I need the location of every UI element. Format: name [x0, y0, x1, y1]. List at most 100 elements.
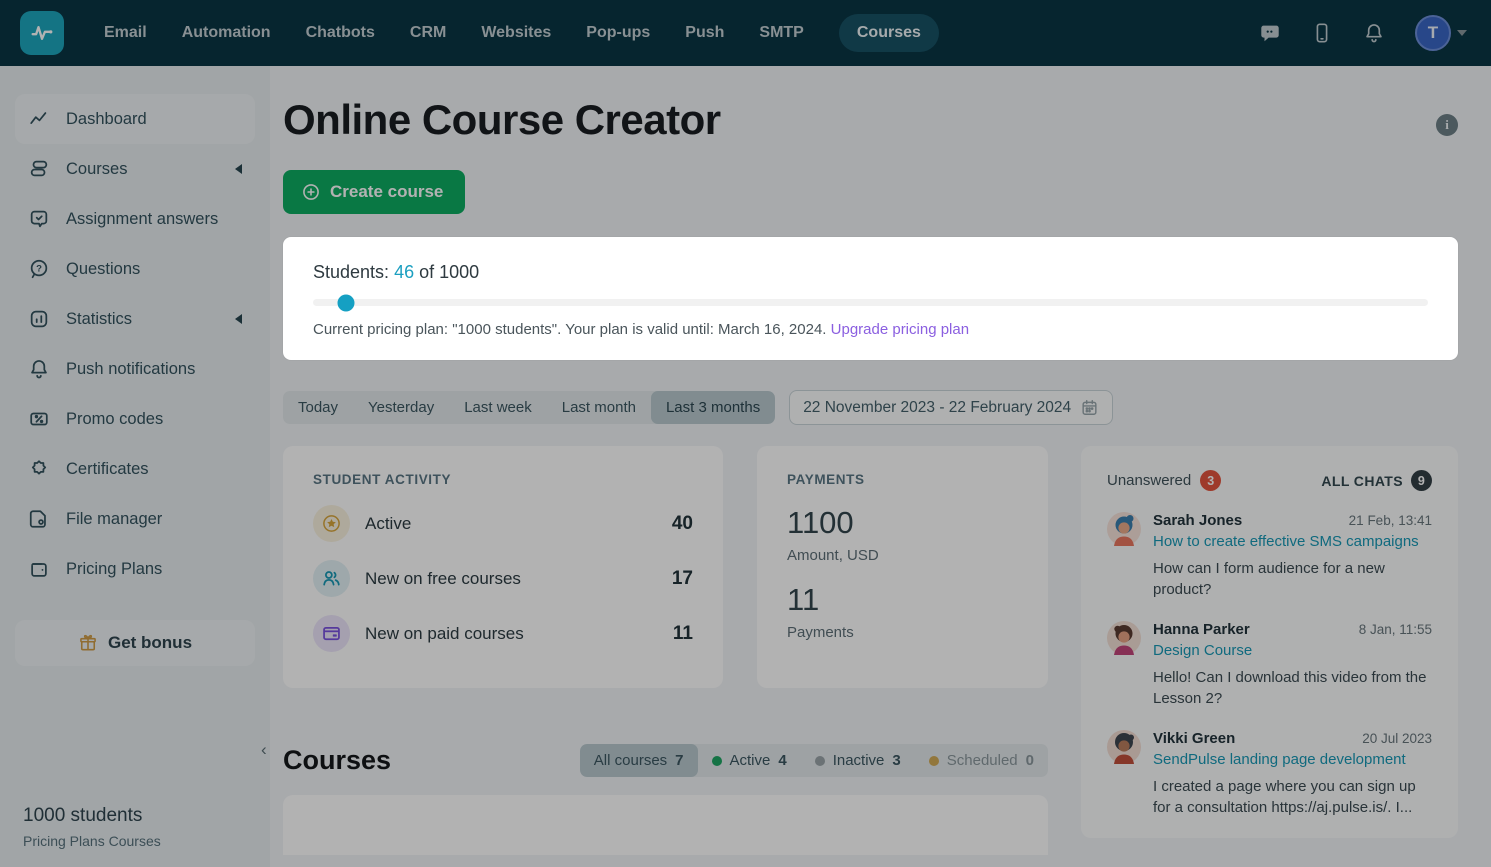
- main-content: Online Course Creator i Create course St…: [270, 66, 1491, 867]
- statistics-icon: [28, 308, 50, 330]
- tab-label: All courses: [594, 752, 667, 769]
- chat-topic-link[interactable]: How to create effective SMS campaigns: [1153, 533, 1432, 550]
- unanswered-label: Unanswered: [1107, 472, 1191, 489]
- student-activity-card: STUDENT ACTIVITY Active 40 New on free c…: [283, 446, 723, 688]
- tab-count: 7: [675, 752, 683, 769]
- gift-icon: [78, 633, 98, 653]
- account-menu[interactable]: T: [1415, 15, 1467, 51]
- courses-section-title: Courses: [283, 745, 391, 776]
- payments-count-label: Payments: [787, 624, 1018, 641]
- activity-row-paid-courses: New on paid courses 11: [313, 615, 693, 652]
- notifications-bell-icon[interactable]: [1363, 22, 1385, 44]
- scheduled-status-dot: [929, 756, 939, 766]
- sidebar-item-assignment-answers[interactable]: Assignment answers: [15, 194, 255, 244]
- question-bubble-icon: ?: [28, 258, 50, 280]
- chat-item[interactable]: Hanna Parker 8 Jan, 11:55 Design Course …: [1107, 621, 1432, 709]
- tab-label: Scheduled: [947, 752, 1018, 769]
- chat-topic-link[interactable]: SendPulse landing page development: [1153, 751, 1432, 768]
- sidebar-item-label: Pricing Plans: [66, 559, 242, 580]
- courses-section-header: ‹ Courses All courses 7 Active 4: [283, 744, 1048, 777]
- date-range-picker[interactable]: 22 November 2023 - 22 February 2024: [789, 390, 1113, 425]
- get-bonus-label: Get bonus: [108, 633, 192, 653]
- top-navbar: Email Automation Chatbots CRM Websites P…: [0, 0, 1491, 66]
- chats-panel: Unanswered 3 ALL CHATS 9: [1081, 446, 1458, 838]
- all-chats-label: ALL CHATS: [1321, 473, 1403, 489]
- tab-today[interactable]: Today: [283, 391, 353, 424]
- nav-item-chatbots[interactable]: Chatbots: [306, 24, 375, 42]
- tab-yesterday[interactable]: Yesterday: [353, 391, 449, 424]
- info-icon[interactable]: i: [1436, 114, 1458, 136]
- students-progress-bar: [313, 299, 1428, 306]
- sidebar-item-label: Push notifications: [66, 359, 242, 380]
- activity-label: New on free courses: [365, 569, 521, 589]
- tab-scheduled-courses[interactable]: Scheduled 0: [915, 744, 1048, 777]
- courses-list-card: [283, 795, 1048, 855]
- chat-message-preview: Hello! Can I download this video from th…: [1153, 667, 1432, 709]
- nav-item-websites[interactable]: Websites: [481, 24, 551, 42]
- activity-label: Active: [365, 514, 411, 534]
- sendpulse-logo[interactable]: [20, 11, 64, 55]
- students-limit: of 1000: [419, 262, 479, 282]
- dashboard-chart-icon: [28, 108, 50, 130]
- chat-topic-link[interactable]: Design Course: [1153, 642, 1432, 659]
- upgrade-pricing-plan-link[interactable]: Upgrade pricing plan: [831, 321, 969, 338]
- sidebar-item-promo-codes[interactable]: Promo codes: [15, 394, 255, 444]
- students-count: 46: [394, 262, 414, 282]
- avatar[interactable]: T: [1415, 15, 1451, 51]
- sidebar-item-questions[interactable]: ? Questions: [15, 244, 255, 294]
- chat-timestamp: 8 Jan, 11:55: [1359, 622, 1432, 637]
- chat-item[interactable]: Vikki Green 20 Jul 2023 SendPulse landin…: [1107, 730, 1432, 818]
- submenu-collapse-icon: [235, 314, 242, 324]
- avatar: [1107, 730, 1141, 764]
- sidebar-item-courses[interactable]: Courses: [15, 144, 255, 194]
- chat-message-preview: How can I form audience for a new produc…: [1153, 558, 1432, 600]
- create-course-button[interactable]: Create course: [283, 170, 465, 214]
- date-range-tabs: Today Yesterday Last week Last month Las…: [283, 391, 775, 424]
- sidebar: Dashboard Courses Assignment answers ? Q…: [0, 66, 270, 867]
- chat-sender-name: Sarah Jones: [1153, 512, 1242, 529]
- mobile-app-icon[interactable]: [1311, 22, 1333, 44]
- sidebar-item-certificates[interactable]: Certificates: [15, 444, 255, 494]
- nav-item-email[interactable]: Email: [104, 24, 147, 42]
- nav-item-popups[interactable]: Pop-ups: [586, 24, 650, 42]
- nav-item-automation[interactable]: Automation: [182, 24, 271, 42]
- all-chats-count-badge: 9: [1411, 470, 1432, 491]
- calendar-icon: [1080, 398, 1099, 417]
- plan-subtitle[interactable]: Pricing Plans Courses: [23, 833, 247, 849]
- pricing-plan-text: Current pricing plan: "1000 students". Y…: [313, 321, 826, 338]
- sidebar-plan-info: 1000 students Pricing Plans Courses: [15, 805, 255, 849]
- tab-last-3-months[interactable]: Last 3 months: [651, 391, 775, 424]
- chat-bubble-icon[interactable]: [1259, 22, 1281, 44]
- payments-amount-label: Amount, USD: [787, 547, 1018, 564]
- sidebar-item-file-manager[interactable]: File manager: [15, 494, 255, 544]
- activity-label: New on paid courses: [365, 624, 524, 644]
- sidebar-item-dashboard[interactable]: Dashboard: [15, 94, 255, 144]
- tab-all-courses[interactable]: All courses 7: [580, 744, 698, 777]
- svg-text:?: ?: [36, 263, 42, 274]
- chat-item[interactable]: Sarah Jones 21 Feb, 13:41 How to create …: [1107, 512, 1432, 600]
- all-chats-link[interactable]: ALL CHATS 9: [1321, 470, 1432, 491]
- tab-last-week[interactable]: Last week: [449, 391, 547, 424]
- sidebar-item-label: Courses: [66, 159, 219, 180]
- tab-inactive-courses[interactable]: Inactive 3: [801, 744, 915, 777]
- sidebar-item-push-notifications[interactable]: Push notifications: [15, 344, 255, 394]
- chat-timestamp: 21 Feb, 13:41: [1349, 513, 1432, 528]
- payments-title: PAYMENTS: [787, 472, 1018, 487]
- get-bonus-button[interactable]: Get bonus: [15, 620, 255, 666]
- unanswered-chats[interactable]: Unanswered 3: [1107, 470, 1221, 491]
- student-activity-title: STUDENT ACTIVITY: [313, 472, 693, 487]
- tab-last-month[interactable]: Last month: [547, 391, 651, 424]
- nav-item-smtp[interactable]: SMTP: [759, 24, 803, 42]
- pricing-plan-line: Current pricing plan: "1000 students". Y…: [313, 321, 1428, 338]
- sidebar-item-label: Assignment answers: [66, 209, 242, 230]
- collapse-sidebar-chevron-icon[interactable]: ‹: [261, 740, 267, 760]
- chat-timestamp: 20 Jul 2023: [1362, 731, 1432, 746]
- payments-card: PAYMENTS 1100 Amount, USD 11 Payments: [757, 446, 1048, 688]
- sidebar-item-pricing-plans[interactable]: Pricing Plans: [15, 544, 255, 594]
- avatar: [1107, 512, 1141, 546]
- tab-active-courses[interactable]: Active 4: [698, 744, 801, 777]
- nav-item-courses-active[interactable]: Courses: [839, 14, 939, 52]
- sidebar-item-statistics[interactable]: Statistics: [15, 294, 255, 344]
- nav-item-push[interactable]: Push: [685, 24, 724, 42]
- nav-item-crm[interactable]: CRM: [410, 24, 446, 42]
